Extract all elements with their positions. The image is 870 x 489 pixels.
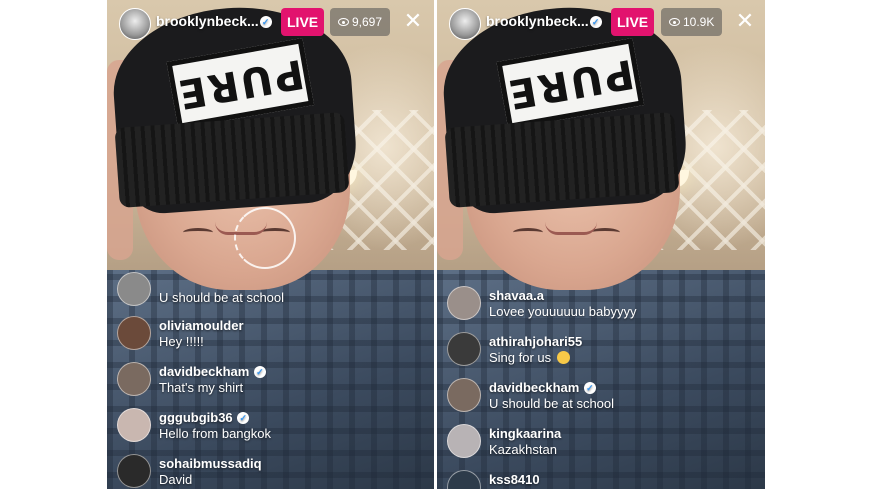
commenter-avatar[interactable] xyxy=(117,316,151,350)
comment-list: U should be at school oliviamoulder Hey … xyxy=(117,268,427,489)
commenter-avatar[interactable] xyxy=(117,362,151,396)
commenter-avatar[interactable] xyxy=(117,408,151,442)
commenter-username[interactable]: sohaibmussadiq xyxy=(159,456,262,471)
commenter-username[interactable]: kingkaarina xyxy=(489,426,561,441)
comment-item: davidbeckham ✓ That's my shirt xyxy=(117,358,427,404)
comment-item: athirahjohari55 Sing for us xyxy=(447,328,757,374)
live-header: brooklynbeck... ✓ LIVE 9,697 ✕ xyxy=(107,0,434,44)
comment-item: shavaa.a Lovee youuuuuu babyyyy xyxy=(447,282,757,328)
comment-item: kingkaarina Kazakhstan xyxy=(447,420,757,466)
comment-text: David xyxy=(159,472,193,487)
live-badge: LIVE xyxy=(611,8,655,36)
eye-icon xyxy=(669,18,680,26)
commenter-username[interactable]: oliviamoulder xyxy=(159,318,244,333)
laughing-crying-emoji-icon xyxy=(556,351,570,364)
commenter-avatar[interactable] xyxy=(447,332,481,366)
comment-text: Hello from bangkok xyxy=(159,426,271,441)
tap-indicator xyxy=(234,207,296,269)
commenter-avatar[interactable] xyxy=(117,454,151,488)
beanie-band xyxy=(114,112,350,208)
commenter-username[interactable]: davidbeckham ✓ xyxy=(159,364,266,379)
verified-icon: ✓ xyxy=(259,16,272,28)
left-eye xyxy=(513,228,543,237)
live-header: brooklynbeck... ✓ LIVE 10.9K ✕ xyxy=(437,0,765,44)
verified-icon: ✓ xyxy=(253,366,266,378)
close-button[interactable]: ✕ xyxy=(732,8,758,34)
comment-item: davidbeckham ✓ U should be at school xyxy=(447,374,757,420)
live-video-left: PURE brooklynbeck... ✓ LIVE 9,697 ✕ U sho… xyxy=(107,0,434,489)
live-badge: LIVE xyxy=(281,8,325,36)
viewer-count: 9,697 xyxy=(330,8,391,36)
comment-list: shavaa.a Lovee youuuuuu babyyyy athirahj… xyxy=(447,282,757,489)
close-button[interactable]: ✕ xyxy=(400,8,426,34)
commenter-avatar[interactable] xyxy=(447,378,481,412)
mouth xyxy=(545,222,597,235)
comment-text: Sing for us xyxy=(489,350,570,365)
verified-icon: ✓ xyxy=(237,412,250,424)
comment-item: U should be at school xyxy=(117,268,427,312)
broadcaster-username[interactable]: brooklynbeck... ✓ xyxy=(156,13,272,29)
comment-text: That's my shirt xyxy=(159,380,244,395)
verified-icon: ✓ xyxy=(583,382,596,394)
verified-icon: ✓ xyxy=(589,16,602,28)
comment-text: U should be at school xyxy=(489,396,615,411)
commenter-username[interactable]: gggubgib36 ✓ xyxy=(159,410,250,425)
commenter-avatar[interactable] xyxy=(447,424,481,458)
beanie-band xyxy=(444,112,680,208)
commenter-avatar[interactable] xyxy=(447,286,481,320)
commenter-username[interactable]: shavaa.a xyxy=(489,288,544,303)
beanie-text: PURE xyxy=(503,49,638,118)
commenter-avatar[interactable] xyxy=(447,470,481,489)
comment-text: Hey !!!!! xyxy=(159,334,204,349)
comment-text: Kazakhstan xyxy=(489,442,557,457)
comment-item: kss8410 xyxy=(447,466,757,489)
comment-item: gggubgib36 ✓ Hello from bangkok xyxy=(117,404,427,450)
left-eye xyxy=(183,228,213,237)
broadcaster-username[interactable]: brooklynbeck... ✓ xyxy=(486,13,602,29)
broadcaster-avatar[interactable] xyxy=(119,8,151,40)
comment-item: oliviamoulder Hey !!!!! xyxy=(117,312,427,358)
commenter-username[interactable]: kss8410 xyxy=(489,472,540,487)
commenter-username[interactable]: davidbeckham ✓ xyxy=(489,380,596,395)
broadcaster-avatar[interactable] xyxy=(449,8,481,40)
live-video-right: PURE brooklynbeck... ✓ LIVE 10.9K ✕ shava… xyxy=(437,0,765,489)
viewer-count: 10.9K xyxy=(661,8,723,36)
comment-text: Lovee youuuuuu babyyyy xyxy=(489,304,637,319)
comment-text: U should be at school xyxy=(159,290,285,305)
commenter-avatar[interactable] xyxy=(117,272,151,306)
commenter-username[interactable]: athirahjohari55 xyxy=(489,334,582,349)
beanie-text: PURE xyxy=(173,49,308,118)
eye-icon xyxy=(338,18,349,26)
comment-item: sohaibmussadiq David xyxy=(117,450,427,489)
